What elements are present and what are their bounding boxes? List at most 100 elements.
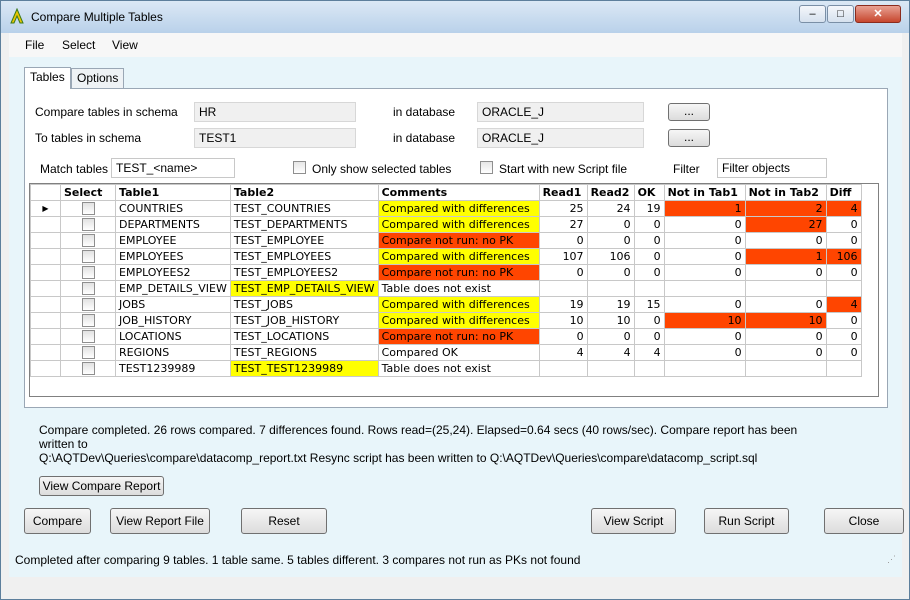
row-select-checkbox[interactable] bbox=[81, 250, 95, 264]
row-indicator bbox=[30, 344, 61, 361]
table-row[interactable]: DEPARTMENTS TEST_DEPARTMENTS Compared with… bbox=[30, 216, 862, 233]
close-window-button[interactable]: ✕ bbox=[855, 5, 901, 23]
cell-table1: EMPLOYEE bbox=[115, 232, 231, 249]
run-script-button[interactable]: Run Script bbox=[704, 508, 789, 534]
row-select-cell bbox=[60, 360, 116, 377]
cell-table1: LOCATIONS bbox=[115, 328, 231, 345]
cell-read1 bbox=[538, 360, 588, 377]
header-read1[interactable]: Read1 bbox=[538, 184, 588, 201]
row-select-checkbox[interactable] bbox=[81, 218, 95, 232]
tab-options[interactable]: Options bbox=[71, 68, 125, 88]
cell-diff: 0 bbox=[825, 328, 862, 345]
cell-table2: TEST_EMPLOYEE bbox=[229, 232, 379, 249]
compare-schema-label: Compare tables in schema bbox=[35, 105, 178, 119]
table-row[interactable]: EMPLOYEES2 TEST_EMPLOYEES2 Compare not run… bbox=[30, 264, 862, 281]
row-select-checkbox[interactable] bbox=[81, 234, 95, 248]
table-row[interactable]: EMPLOYEE TEST_EMPLOYEE Compare not run: no… bbox=[30, 232, 862, 249]
match-tables-input[interactable]: TEST_<name> bbox=[111, 158, 235, 178]
compare-schema-field[interactable]: HR bbox=[194, 102, 356, 122]
new-script-checkbox[interactable] bbox=[480, 161, 493, 174]
compare-message: Compare completed. 26 rows compared. 7 d… bbox=[39, 423, 799, 465]
cell-ok: 19 bbox=[633, 200, 665, 217]
cell-table1: EMP_DETAILS_VIEW bbox=[115, 280, 231, 297]
horizontal-scrollbar[interactable] bbox=[9, 577, 902, 593]
cell-ok: 0 bbox=[633, 264, 665, 281]
table-row[interactable]: EMPLOYEES TEST_EMPLOYEES Compared with dif… bbox=[30, 248, 862, 265]
to-db-field[interactable]: ORACLE_J bbox=[477, 128, 644, 148]
compare-db-field[interactable]: ORACLE_J bbox=[477, 102, 644, 122]
header-table1[interactable]: Table1 bbox=[115, 184, 231, 201]
cell-ok: 0 bbox=[633, 312, 665, 329]
cell-table2: TEST_EMP_DETAILS_VIEW bbox=[229, 280, 379, 297]
tab-tables[interactable]: Tables bbox=[24, 67, 71, 89]
row-select-checkbox[interactable] bbox=[81, 362, 95, 376]
menu-file[interactable]: File bbox=[25, 38, 44, 52]
row-select-checkbox[interactable] bbox=[81, 298, 95, 312]
header-comments[interactable]: Comments bbox=[377, 184, 540, 201]
cell-read1: 0 bbox=[538, 232, 588, 249]
row-select-checkbox[interactable] bbox=[81, 282, 95, 296]
app-logo-icon bbox=[10, 8, 24, 24]
view-compare-report-button[interactable]: View Compare Report bbox=[39, 476, 164, 496]
header-table2[interactable]: Table2 bbox=[229, 184, 379, 201]
cell-diff: 0 bbox=[825, 232, 862, 249]
only-selected-label: Only show selected tables bbox=[312, 162, 452, 176]
cell-comment: Compared with differences bbox=[377, 216, 540, 233]
row-select-checkbox[interactable] bbox=[81, 266, 95, 280]
cell-not-in-tab1: 0 bbox=[663, 232, 746, 249]
filter-input[interactable]: Filter objects bbox=[717, 158, 827, 178]
cell-comment: Compared with differences bbox=[377, 312, 540, 329]
row-indicator bbox=[30, 360, 61, 377]
row-select-checkbox[interactable] bbox=[81, 330, 95, 344]
close-button[interactable]: Close bbox=[824, 508, 904, 534]
cell-read2: 0 bbox=[586, 328, 635, 345]
row-indicator bbox=[30, 248, 61, 265]
view-script-button[interactable]: View Script bbox=[591, 508, 676, 534]
row-select-cell bbox=[60, 232, 116, 249]
row-indicator: ▶ bbox=[30, 200, 61, 217]
maximize-button[interactable]: □ bbox=[827, 5, 854, 23]
grid-header-row: Select Table1 Table2 Comments Read1 Read… bbox=[30, 184, 862, 201]
compare-button[interactable]: Compare bbox=[24, 508, 91, 534]
to-schema-field[interactable]: TEST1 bbox=[194, 128, 356, 148]
cell-diff: 106 bbox=[825, 248, 862, 265]
resize-grip-icon[interactable]: ⋰ bbox=[887, 554, 897, 564]
view-report-file-button[interactable]: View Report File bbox=[110, 508, 210, 534]
header-select[interactable]: Select bbox=[60, 184, 116, 201]
browse-to-db-button[interactable]: ... bbox=[668, 129, 710, 147]
compare-message-line2: Q:\AQTDev\Queries\compare\datacomp_repor… bbox=[39, 451, 758, 465]
table-row[interactable]: REGIONS TEST_REGIONS Compared OK 4 4 4 0 0 0 bbox=[30, 344, 862, 361]
table-row[interactable]: ▶ COUNTRIES TEST_COUNTRIES Compared with di… bbox=[30, 200, 862, 217]
table-row[interactable]: TEST1239989 TEST_TEST1239989 Table does no… bbox=[30, 360, 862, 377]
header-ok[interactable]: OK bbox=[633, 184, 665, 201]
cell-read2 bbox=[586, 280, 635, 297]
cell-ok bbox=[633, 280, 665, 297]
row-select-cell bbox=[60, 312, 116, 329]
cell-comment: Compare not run: no PK bbox=[377, 264, 540, 281]
cell-read2: 24 bbox=[586, 200, 635, 217]
row-select-checkbox[interactable] bbox=[81, 202, 95, 216]
row-indicator bbox=[30, 280, 61, 297]
header-diff[interactable]: Diff bbox=[825, 184, 862, 201]
table-row[interactable]: JOB_HISTORY TEST_JOB_HISTORY Compared with… bbox=[30, 312, 862, 329]
row-select-checkbox[interactable] bbox=[81, 346, 95, 360]
cell-not-in-tab1: 0 bbox=[663, 344, 746, 361]
cell-comment: Compared OK bbox=[377, 344, 540, 361]
reset-button[interactable]: Reset bbox=[241, 508, 327, 534]
header-not-in-tab1[interactable]: Not in Tab1 bbox=[663, 184, 746, 201]
minimize-button[interactable]: – bbox=[799, 5, 826, 23]
table-row[interactable]: JOBS TEST_JOBS Compared with differences 19… bbox=[30, 296, 862, 313]
header-read2[interactable]: Read2 bbox=[586, 184, 635, 201]
cell-table1: TEST1239989 bbox=[115, 360, 231, 377]
table-row[interactable]: EMP_DETAILS_VIEW TEST_EMP_DETAILS_VIEW Tab… bbox=[30, 280, 862, 297]
row-select-checkbox[interactable] bbox=[81, 314, 95, 328]
title-bar[interactable]: Compare Multiple Tables – □ ✕ bbox=[1, 1, 909, 33]
header-not-in-tab2[interactable]: Not in Tab2 bbox=[744, 184, 827, 201]
browse-compare-db-button[interactable]: ... bbox=[668, 103, 710, 121]
only-selected-checkbox[interactable] bbox=[293, 161, 306, 174]
table-row[interactable]: LOCATIONS TEST_LOCATIONS Compare not run: … bbox=[30, 328, 862, 345]
cell-not-in-tab2 bbox=[744, 280, 827, 297]
cell-table2: TEST_TEST1239989 bbox=[229, 360, 379, 377]
menu-view[interactable]: View bbox=[112, 38, 138, 52]
menu-select[interactable]: Select bbox=[62, 38, 95, 52]
